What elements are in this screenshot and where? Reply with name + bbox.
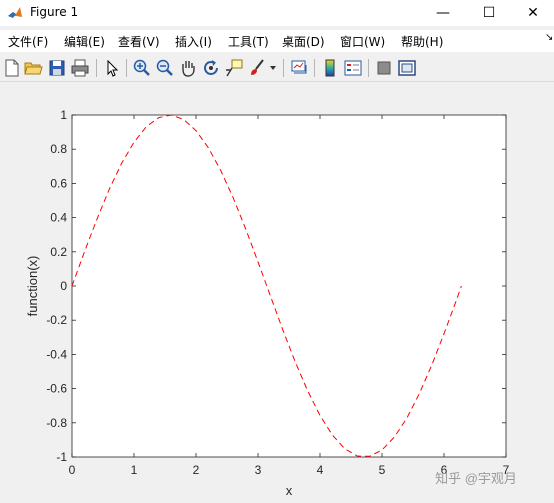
y-axis-label: function(x) (25, 256, 40, 317)
menu-tools[interactable]: 工具(T) (228, 33, 269, 50)
toolbar-separator (314, 59, 315, 77)
close-icon: ✕ (527, 5, 539, 21)
show-plot-tools-icon[interactable] (397, 58, 417, 78)
y-tick-label: 0.4 (50, 211, 67, 225)
link-plot-icon[interactable] (289, 58, 309, 78)
y-tick-label: 0.6 (50, 176, 67, 190)
maximize-button[interactable]: ☐ (466, 0, 512, 26)
toolbar-separator (126, 59, 127, 77)
legend-icon[interactable] (343, 58, 363, 78)
y-tick-label: -0.6 (46, 382, 67, 396)
y-tick-label: -0.8 (46, 416, 67, 430)
y-tick-label: 0.2 (50, 245, 67, 259)
y-tick-label: -0.2 (46, 313, 67, 327)
new-figure-icon[interactable] (2, 58, 22, 78)
rotate-3d-icon[interactable] (201, 58, 221, 78)
menu-insert[interactable]: 插入(I) (175, 33, 212, 50)
x-tick-label: 1 (131, 463, 138, 477)
pan-hand-icon[interactable] (178, 58, 198, 78)
y-tick-label: 1 (60, 108, 67, 122)
menu-help[interactable]: 帮助(H) (401, 33, 443, 50)
axes-box[interactable] (71, 114, 507, 458)
open-folder-icon[interactable] (23, 58, 43, 78)
plot-svg: 01234567 -1-0.8-0.6-0.4-0.200.20.40.60.8… (25, 108, 517, 498)
x-tick-label: 2 (193, 463, 200, 477)
brush-icon[interactable] (247, 58, 267, 78)
y-tick-label: -0.4 (46, 347, 67, 361)
toolbar-separator (96, 59, 97, 77)
brush-dropdown-icon[interactable] (269, 65, 277, 71)
y-tick-label: 0 (60, 279, 67, 293)
window-title: Figure 1 (30, 5, 79, 19)
select-arrow-icon[interactable] (102, 58, 122, 78)
x-axis-label: x (286, 483, 293, 498)
menu-view[interactable]: 查看(V) (118, 33, 160, 50)
minimize-icon: — (436, 5, 450, 21)
zoom-in-icon[interactable] (132, 58, 152, 78)
toolbar-separator (283, 59, 284, 77)
menu-desktop[interactable]: 桌面(D) (282, 33, 325, 50)
y-tick-label: 0.8 (50, 142, 67, 156)
menu-file[interactable]: 文件(F) (8, 33, 48, 50)
menu-edit[interactable]: 编辑(E) (64, 33, 105, 50)
y-tick-label: -1 (56, 450, 67, 464)
close-button[interactable]: ✕ (510, 0, 554, 26)
menu-window[interactable]: 窗口(W) (340, 33, 385, 50)
window-titlebar: Figure 1 — ☐ ✕ (0, 0, 554, 26)
print-icon[interactable] (70, 58, 90, 78)
x-tick-label: 3 (255, 463, 262, 477)
toolbar-separator (368, 59, 369, 77)
figure-toolbar (0, 54, 554, 82)
zoom-out-icon[interactable] (155, 58, 175, 78)
minimize-button[interactable]: — (420, 0, 466, 26)
maximize-icon: ☐ (482, 5, 496, 21)
menu-bar: 文件(F) 编辑(E) 查看(V) 插入(I) 工具(T) 桌面(D) 窗口(W… (0, 30, 554, 52)
matlab-logo-icon (8, 7, 22, 18)
figure-canvas: 01234567 -1 -0.8 -0.6 -0.4 -0.2 0 0.2 0.4 0.6 0.8… (0, 83, 554, 503)
watermark-text: 知乎 @宇观月 (435, 471, 517, 486)
x-tick-label: 0 (69, 463, 76, 477)
colorbar-icon[interactable] (320, 58, 340, 78)
hide-plot-tools-icon[interactable] (374, 58, 394, 78)
save-icon[interactable] (47, 58, 67, 78)
dock-figure-icon[interactable]: ↘ (545, 32, 553, 43)
data-cursor-icon[interactable] (224, 58, 244, 78)
x-tick-label: 5 (379, 463, 386, 477)
x-tick-label: 4 (317, 463, 324, 477)
